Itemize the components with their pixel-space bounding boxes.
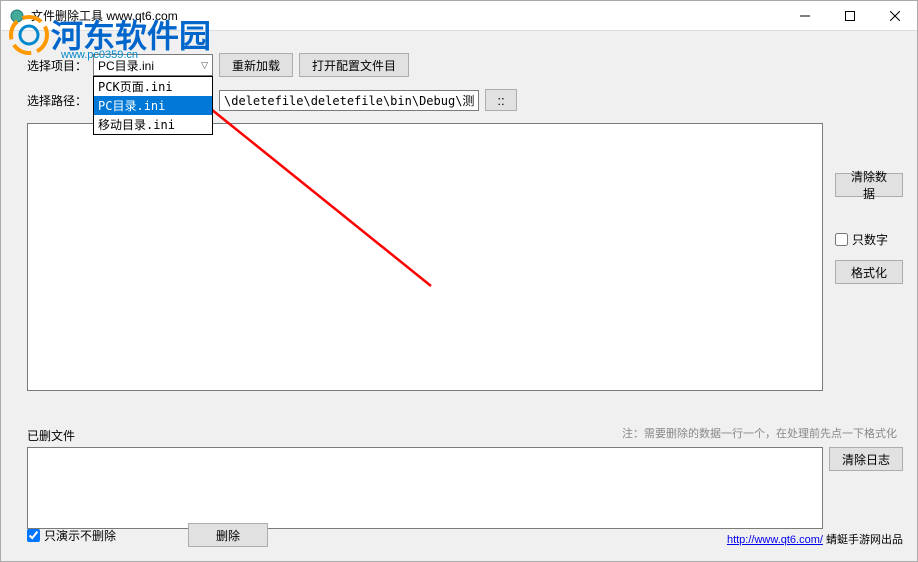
titlebar: 文件删除工具 www.qt6.com — [1, 1, 917, 31]
dropdown-option-0[interactable]: PCK页面.ini — [94, 77, 212, 96]
window-title: 文件删除工具 www.qt6.com — [31, 7, 782, 24]
project-combo-wrap: PC目录.ini ▽ PCK页面.ini PC目录.ini 移动目录.ini — [93, 54, 213, 76]
log-textarea[interactable] — [27, 447, 823, 529]
reload-button[interactable]: 重新加载 — [219, 53, 293, 77]
data-textarea[interactable] — [27, 123, 823, 391]
deleted-files-label: 已删文件 — [27, 427, 75, 444]
project-row: 选择项目： PC目录.ini ▽ PCK页面.ini PC目录.ini 移动目录… — [27, 53, 903, 77]
minimize-button[interactable] — [782, 1, 827, 31]
browse-button[interactable]: :: — [485, 89, 517, 111]
format-button[interactable]: 格式化 — [835, 260, 903, 284]
clear-log-button[interactable]: 清除日志 — [829, 447, 903, 471]
combo-selected-text: PC目录.ini — [98, 57, 154, 74]
close-button[interactable] — [872, 1, 917, 31]
footer-url[interactable]: http://www.qt6.com/ — [727, 534, 823, 546]
chevron-down-icon: ▽ — [201, 60, 208, 71]
side-panel: 清除数据 只数字 格式化 — [835, 173, 903, 284]
demo-only-checkbox-row[interactable]: 只演示不删除 — [27, 527, 116, 544]
project-combo[interactable]: PC目录.ini ▽ — [93, 54, 213, 76]
project-dropdown: PCK页面.ini PC目录.ini 移动目录.ini — [93, 76, 213, 135]
delete-button[interactable]: 删除 — [188, 523, 268, 547]
footer-link: http://www.qt6.com/ 蜻蜓手游网出品 — [727, 531, 903, 547]
footer-suffix: 蜻蜓手游网出品 — [823, 534, 903, 546]
demo-only-checkbox[interactable] — [27, 529, 40, 542]
dropdown-option-2[interactable]: 移动目录.ini — [94, 115, 212, 134]
app-icon — [9, 8, 25, 24]
dropdown-option-1[interactable]: PC目录.ini — [94, 96, 212, 115]
path-input[interactable] — [219, 90, 479, 111]
select-path-label: 选择路径： — [27, 92, 87, 109]
select-project-label: 选择项目： — [27, 57, 87, 74]
clear-data-button[interactable]: 清除数据 — [835, 173, 903, 197]
main-window: 文件删除工具 www.qt6.com 河东软件园 www.pc0359.cn 选… — [0, 0, 918, 562]
open-config-button[interactable]: 打开配置文件目 — [299, 53, 409, 77]
content-area: 选择项目： PC目录.ini ▽ PCK页面.ini PC目录.ini 移动目录… — [1, 31, 917, 561]
hint-text: 注：需要删除的数据一行一个，在处理前先点一下格式化 — [622, 425, 897, 441]
maximize-button[interactable] — [827, 1, 872, 31]
numbers-only-checkbox-row[interactable]: 只数字 — [835, 231, 903, 248]
bottom-row: 只演示不删除 删除 — [27, 523, 268, 547]
demo-only-label: 只演示不删除 — [44, 527, 116, 544]
window-controls — [782, 1, 917, 30]
numbers-only-checkbox[interactable] — [835, 233, 848, 246]
numbers-only-label: 只数字 — [852, 231, 888, 248]
